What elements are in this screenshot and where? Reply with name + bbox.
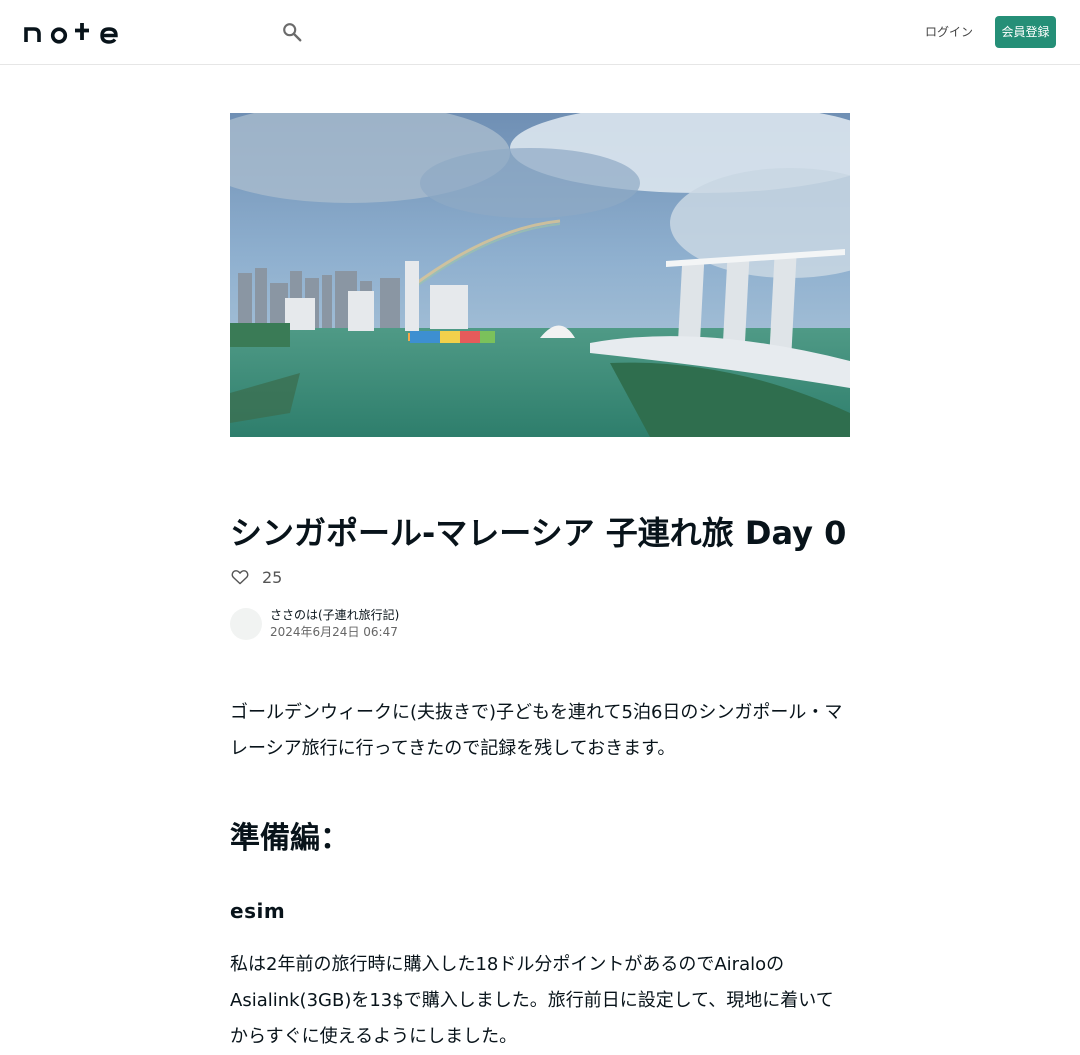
heart-icon[interactable] <box>230 567 250 587</box>
post-date: 2024年6月24日 06:47 <box>270 625 398 639</box>
author-name[interactable]: ささのは(子連れ旅行記) <box>270 607 399 623</box>
author-meta: ささのは(子連れ旅行記) 2024年6月24日 06:47 <box>270 607 399 641</box>
hero-image <box>230 113 850 437</box>
like-count: 25 <box>262 567 283 587</box>
section-heading: 準備編： <box>230 821 350 856</box>
login-link[interactable]: ログイン <box>922 16 976 48</box>
body-paragraph: 私は2年前の旅行時に購入した18ドル分ポイントがあるのでAiraloのAsial… <box>230 954 834 1047</box>
search-icon[interactable] <box>281 21 303 43</box>
note-logo[interactable] <box>24 20 122 44</box>
intro-paragraph: ゴールデンウィークに(夫抜きで)子どもを連れて5泊6日のシンガポール・マレーシア… <box>230 702 843 759</box>
site-header: ログイン 会員登録 <box>0 0 1080 65</box>
author-block: ささのは(子連れ旅行記) 2024年6月24日 06:47 <box>230 607 399 641</box>
article-title: シンガポール-マレーシア 子連れ旅 Day 0 <box>230 514 847 552</box>
like-row: 25 <box>230 566 282 588</box>
avatar[interactable] <box>230 608 262 640</box>
sub-heading: esim <box>230 899 286 923</box>
signup-button[interactable]: 会員登録 <box>995 16 1056 48</box>
